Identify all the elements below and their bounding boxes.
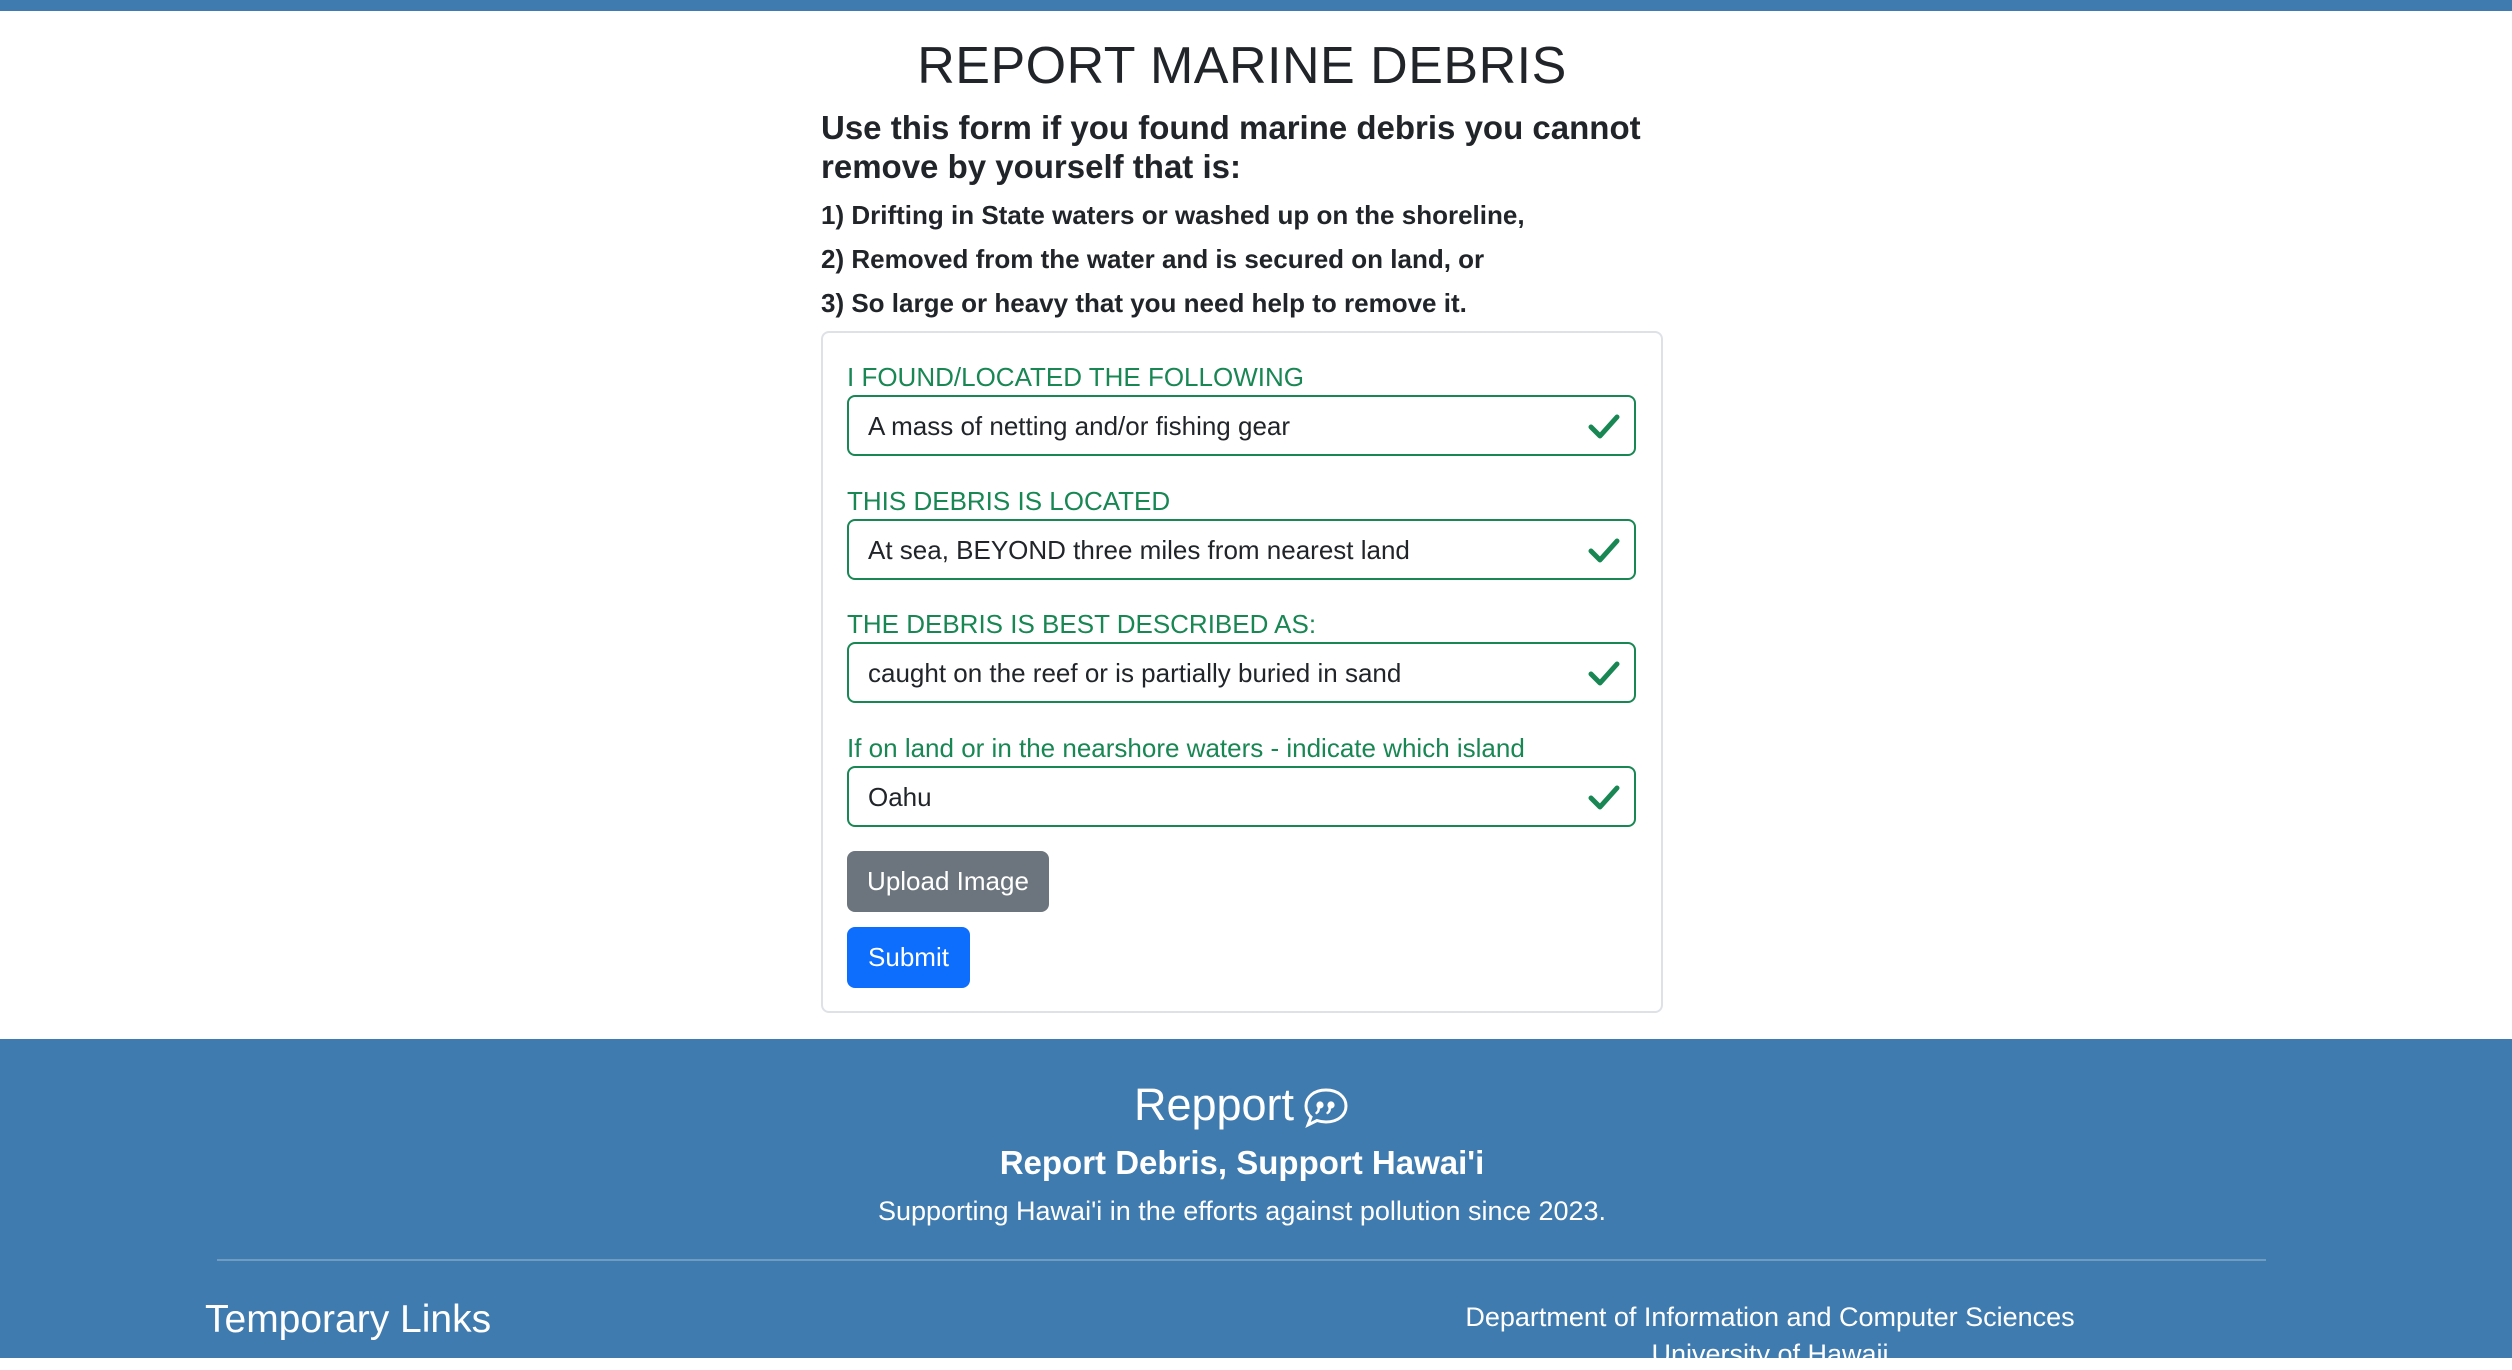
found-select[interactable]: A mass of netting and/or fishing gear xyxy=(847,395,1636,456)
location-select[interactable]: At sea, BEYOND three miles from nearest … xyxy=(847,519,1636,580)
footer-mission: Supporting Hawai'i in the efforts agains… xyxy=(877,1196,1607,1226)
submit-button[interactable]: Submit xyxy=(847,927,970,988)
department-name: Department of Information and Computer S… xyxy=(1465,1302,2075,1332)
intro-heading: Use this form if you found marine debris… xyxy=(821,109,1641,185)
footer-brand: Repport xyxy=(0,1079,2484,1131)
checkmark-icon xyxy=(1588,414,1620,439)
location-value: At sea, BEYOND three miles from nearest … xyxy=(868,535,1410,565)
found-value: A mass of netting and/or fishing gear xyxy=(868,411,1291,441)
page-title: REPORT MARINE DEBRIS xyxy=(917,37,1567,95)
criteria-item: 1) Drifting in State waters or washed up… xyxy=(821,200,1525,230)
criteria-item: 2) Removed from the water and is secured… xyxy=(821,244,1485,274)
description-label: THE DEBRIS IS BEST DESCRIBED AS: xyxy=(847,609,1317,639)
footer-tagline: Report Debris, Support Hawai'i xyxy=(999,1144,1485,1181)
checkmark-icon xyxy=(1588,661,1620,686)
brand-name: Repport xyxy=(1133,1079,1295,1130)
temporary-links-heading: Temporary Links xyxy=(205,1298,492,1341)
top-accent-bar xyxy=(0,0,2512,11)
university-name: University of Hawaii xyxy=(1651,1339,1889,1369)
description-value: caught on the reef or is partially burie… xyxy=(868,658,1402,688)
footer-divider xyxy=(217,1259,2266,1261)
criteria-item: 3) So large or heavy that you need help … xyxy=(821,288,1467,318)
footer: Repport Report Debris, Support Hawai'i S… xyxy=(0,1039,2512,1369)
checkmark-icon xyxy=(1588,785,1620,810)
found-label: I FOUND/LOCATED THE FOLLOWING xyxy=(847,362,1304,392)
upload-image-button[interactable]: Upload Image xyxy=(847,851,1049,912)
description-select[interactable]: caught on the reef or is partially burie… xyxy=(847,642,1636,703)
quote-chat-icon xyxy=(1304,1088,1348,1129)
checkmark-icon xyxy=(1588,538,1620,563)
island-value: Oahu xyxy=(868,782,932,812)
island-select[interactable]: Oahu xyxy=(847,766,1636,827)
island-label: If on land or in the nearshore waters - … xyxy=(847,733,1525,763)
location-label: THIS DEBRIS IS LOCATED xyxy=(847,486,1171,516)
